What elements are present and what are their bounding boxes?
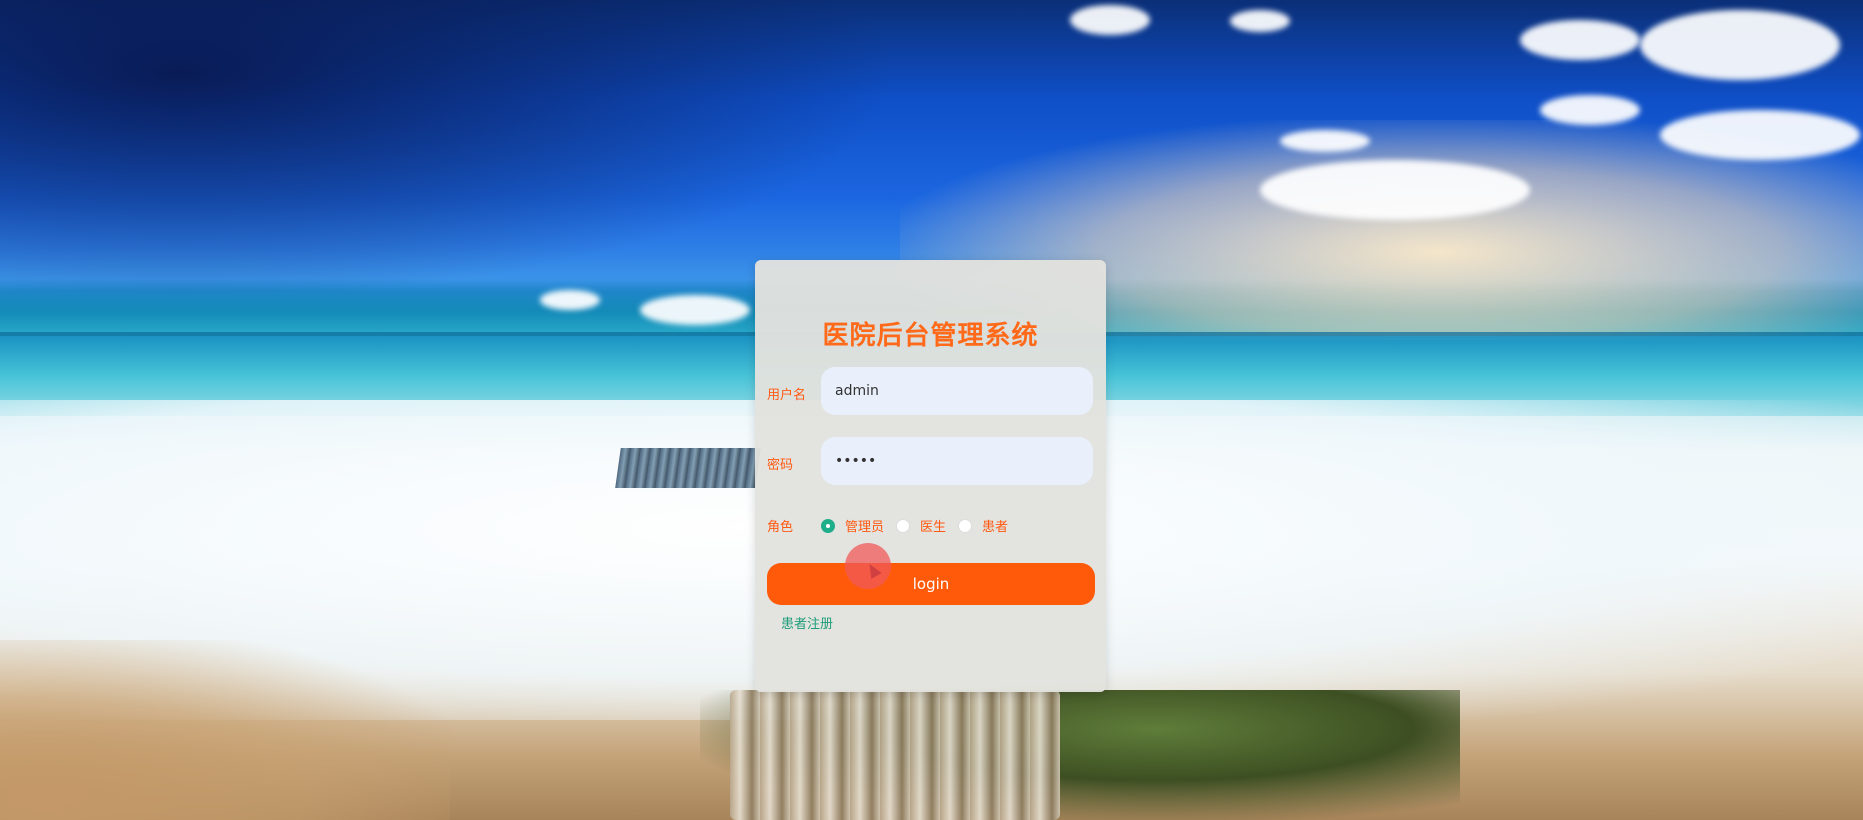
- cloud: [640, 295, 750, 325]
- password-label: 密码: [767, 458, 794, 473]
- role-label: 角色: [767, 520, 794, 535]
- login-panel: 医院后台管理系统 用户名 密码 ••••• 角色 管理员 医生 患者 login…: [755, 260, 1106, 692]
- cloud: [1070, 5, 1150, 35]
- patient-register-link[interactable]: 患者注册: [781, 613, 833, 632]
- role-radio-label: 患者: [982, 520, 1009, 535]
- radio-checked-icon: [821, 518, 835, 533]
- password-input[interactable]: •••••: [821, 437, 1093, 485]
- username-input[interactable]: [821, 367, 1093, 415]
- role-radio-patient[interactable]: 患者: [958, 516, 1008, 535]
- cloud: [1520, 20, 1640, 60]
- login-button[interactable]: login: [767, 563, 1095, 605]
- cloud: [540, 290, 600, 310]
- page-title: 医院后台管理系统: [822, 321, 1039, 351]
- waterfall: [730, 690, 1060, 820]
- username-label: 用户名: [767, 388, 807, 403]
- role-radio-label: 管理员: [845, 520, 885, 535]
- radio-unchecked-icon: [896, 518, 911, 533]
- sand: [0, 640, 450, 820]
- cloud: [1540, 95, 1640, 125]
- role-radio-group: 管理员 医生 患者: [821, 516, 1020, 535]
- rock-ledge: [615, 448, 761, 488]
- cloud: [1260, 160, 1530, 220]
- role-radio-label: 医生: [920, 520, 947, 535]
- cloud: [1280, 130, 1370, 152]
- cloud: [1660, 110, 1860, 160]
- role-radio-admin[interactable]: 管理员: [821, 516, 884, 535]
- cloud: [1230, 10, 1290, 32]
- cloud: [1640, 10, 1840, 80]
- sky-shadow: [0, 0, 900, 300]
- role-radio-doctor[interactable]: 医生: [896, 516, 946, 535]
- radio-unchecked-icon: [958, 518, 973, 533]
